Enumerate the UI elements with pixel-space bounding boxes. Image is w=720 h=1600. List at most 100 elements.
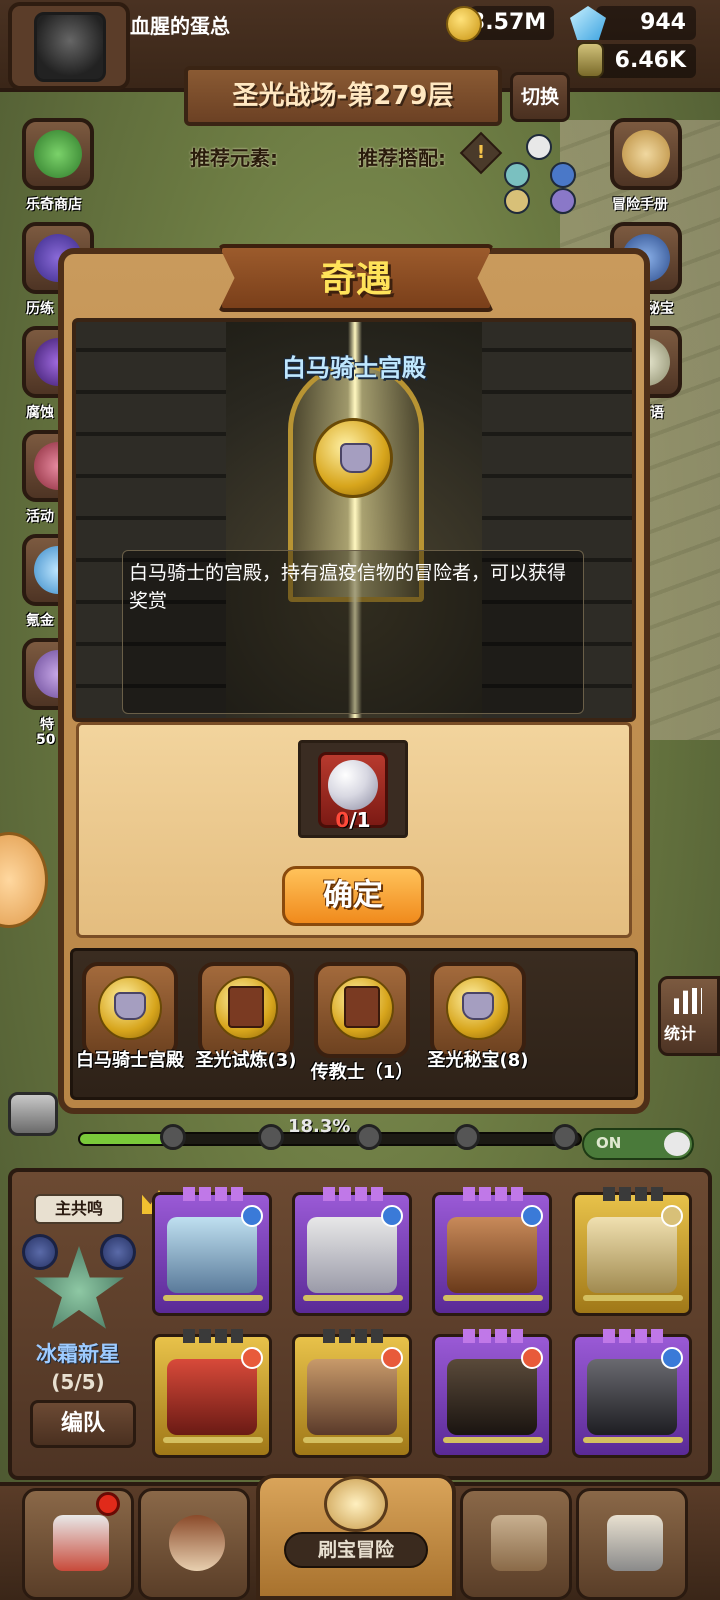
gem-amount: 944 [596, 6, 696, 40]
hero-portrait [447, 1217, 537, 1293]
hero-energy-bar [303, 1295, 403, 1301]
hero-card-flower-girl[interactable] [292, 1187, 412, 1316]
recommend-combo-label: 推荐搭配: [358, 146, 446, 170]
water-element-icon [550, 162, 576, 188]
warning-icon-mark: ! [476, 142, 486, 163]
purchase-label: 氪金 [26, 613, 54, 629]
event-label: 传教士（1） [310, 1062, 414, 1083]
fire-element-icon [241, 1347, 263, 1369]
lucky-shop-button[interactable] [22, 118, 94, 190]
key-icon [258, 1124, 284, 1150]
knight-helmet-icon [34, 12, 106, 82]
star-rating [463, 1329, 527, 1343]
star-rating [183, 1329, 247, 1343]
nav-hero-button[interactable] [138, 1488, 250, 1600]
lucky-shop-label: 乐奇商店 [26, 197, 82, 213]
event-label: 圣光秘宝(8) [427, 1050, 529, 1071]
wind-element-icon [504, 162, 530, 188]
hammer-icon [607, 1515, 663, 1571]
special-offer-label: 特 [40, 717, 54, 733]
star-rating [603, 1329, 667, 1343]
switch-stage-button[interactable]: 切换 [510, 72, 570, 122]
corrosion-label: 腐蚀 [26, 405, 54, 421]
scroll-icon [622, 130, 670, 178]
clover-icon [34, 130, 82, 178]
recommend-element-label: 推荐元素: [190, 146, 278, 170]
hero-portrait [307, 1217, 397, 1293]
hero-energy-bar [303, 1437, 403, 1443]
hero-portrait [307, 1359, 397, 1435]
event-label: 白马骑士宫殿 [76, 1050, 184, 1071]
backpack-icon [491, 1515, 547, 1571]
auto-advance-toggle[interactable]: ON [582, 1128, 694, 1160]
adventure-manual-label: 冒险手册 [612, 197, 668, 213]
compass-icon [324, 1476, 388, 1532]
event-holy-trial[interactable] [198, 962, 294, 1058]
fire-element-icon [521, 1347, 543, 1369]
toggle-knob [664, 1132, 690, 1156]
moon-element-icon [550, 188, 576, 214]
notification-dot [96, 1492, 120, 1516]
formation-button[interactable]: 编队 [30, 1400, 136, 1448]
star-rating [463, 1187, 527, 1201]
event-white-knight-palace[interactable] [82, 962, 178, 1058]
frost-burst-icon[interactable] [100, 1234, 136, 1270]
armor-icon [313, 418, 393, 498]
hero-icon [169, 1515, 225, 1571]
book-icon [344, 986, 380, 1028]
book-icon [228, 986, 264, 1028]
dialog-title: 奇遇 [319, 259, 392, 300]
reward-need: /1 [349, 808, 371, 832]
armor-icon [114, 992, 146, 1020]
training-label: 历练 [26, 301, 54, 317]
event-holy-treasure[interactable] [430, 962, 526, 1058]
confirm-button[interactable]: 确定 [282, 866, 424, 926]
light-element-icon [661, 1205, 683, 1227]
potion-jar-icon[interactable] [576, 42, 604, 78]
star-rating [183, 1187, 247, 1201]
chest-icon[interactable] [8, 1092, 58, 1136]
progress-percent: 18.3% [288, 1116, 351, 1137]
hero-card-charred[interactable] [432, 1329, 552, 1458]
snowflake-icon[interactable] [22, 1234, 58, 1270]
water-element-icon [381, 1205, 403, 1227]
stats-button[interactable] [658, 976, 720, 1056]
hero-card-turban[interactable] [292, 1329, 412, 1458]
hero-card-brawler[interactable] [432, 1187, 552, 1316]
reward-have: 0 [335, 808, 350, 832]
nav-bag-button[interactable] [460, 1488, 572, 1600]
nav-forge-button[interactable] [576, 1488, 688, 1600]
adventure-manual-button[interactable] [610, 118, 682, 190]
floor-progress-fill [80, 1134, 172, 1144]
hero-portrait [167, 1359, 257, 1435]
event-label: 活动 [26, 509, 54, 525]
gold-coin-icon [446, 6, 482, 42]
quest-label: 语 [650, 405, 664, 421]
special-offer-sublabel: 50 [36, 732, 56, 748]
armor-icon [462, 992, 494, 1020]
stage-title: 圣光战场-第279层 [184, 66, 502, 126]
potion-amount: 6.46K [596, 44, 696, 78]
pearl-icon [328, 760, 378, 810]
hero-card-ice-king[interactable] [152, 1187, 272, 1316]
hero-energy-bar [163, 1437, 263, 1443]
hero-card-king[interactable] [572, 1187, 692, 1316]
hero-card-demon[interactable] [152, 1329, 272, 1458]
hero-portrait [167, 1217, 257, 1293]
hero-energy-bar [443, 1437, 543, 1443]
armor-shape [340, 443, 372, 473]
hero-portrait [587, 1217, 677, 1293]
star-rating [323, 1187, 387, 1201]
hero-card-hooded[interactable] [572, 1329, 692, 1458]
water-element-icon [661, 1347, 683, 1369]
event-missionary[interactable] [314, 962, 410, 1058]
fire-element-icon [381, 1347, 403, 1369]
light-element-icon [504, 188, 530, 214]
fire-element-icon [526, 134, 552, 160]
player-avatar[interactable] [8, 2, 130, 90]
encounter-description: 白马骑士的宫殿，持有瘟疫信物的冒险者，可以获得奖赏 [122, 550, 584, 714]
shop-icon [53, 1515, 109, 1571]
key-icon [454, 1124, 480, 1150]
hero-energy-bar [583, 1437, 683, 1443]
hero-energy-bar [443, 1295, 543, 1301]
